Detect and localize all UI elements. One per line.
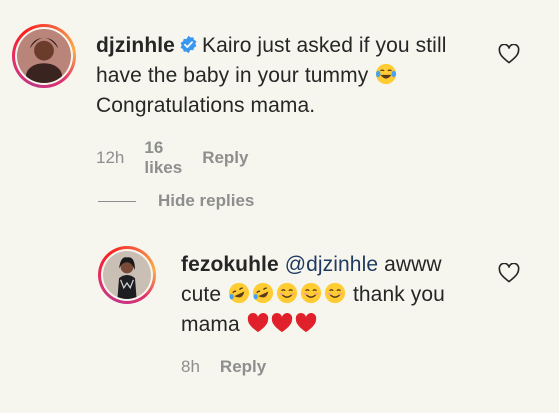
avatar-photo	[17, 29, 71, 83]
reply-reply-button[interactable]: Reply	[220, 357, 266, 377]
avatar-ring	[15, 27, 73, 85]
reply-emoji-group-a	[227, 282, 347, 306]
face-with-tears-of-joy-icon	[376, 63, 397, 85]
reply-mention[interactable]: @djzinhle	[285, 253, 378, 276]
comment-likes[interactable]: 16 likes	[144, 138, 182, 178]
comment-meta: 12h 16 likes Reply	[96, 138, 248, 178]
hide-replies-label[interactable]: Hide replies	[158, 191, 254, 211]
verified-badge-icon	[180, 35, 197, 54]
smiling-face-icon	[276, 282, 298, 304]
hide-replies-toggle[interactable]: Hide replies	[98, 191, 254, 211]
red-heart-icon	[271, 313, 292, 333]
reply-avatar-photo	[103, 251, 151, 299]
reply-meta: 8h Reply	[181, 357, 266, 377]
like-comment-heart-icon[interactable]	[498, 43, 520, 64]
comment-reply-button[interactable]: Reply	[202, 148, 248, 168]
avatar[interactable]	[12, 24, 76, 88]
smiling-face-icon	[300, 282, 322, 304]
reply-avatar[interactable]	[98, 246, 156, 304]
reply-timestamp: 8h	[181, 357, 200, 376]
replies-divider	[98, 200, 136, 202]
reply-username[interactable]: fezokuhle	[181, 253, 279, 276]
like-reply-heart-icon[interactable]	[498, 262, 520, 283]
smiling-face-icon	[324, 282, 346, 304]
rolling-on-floor-laughing-icon	[228, 282, 250, 304]
reply-emoji-group-b	[246, 313, 318, 336]
comment-text-2: Congratulations mama.	[96, 94, 316, 117]
red-heart-icon	[295, 313, 316, 333]
reply-avatar-ring	[101, 249, 153, 301]
red-heart-icon	[247, 313, 268, 333]
comment-body: djzinhle Kairo just asked if you still ha…	[96, 31, 476, 121]
rolling-on-floor-laughing-icon	[252, 282, 274, 304]
comment-username[interactable]: djzinhle	[96, 34, 175, 57]
reply-body: fezokuhle @djzinhle awww cute thank you …	[181, 250, 481, 340]
comment-timestamp: 12h	[96, 148, 125, 167]
